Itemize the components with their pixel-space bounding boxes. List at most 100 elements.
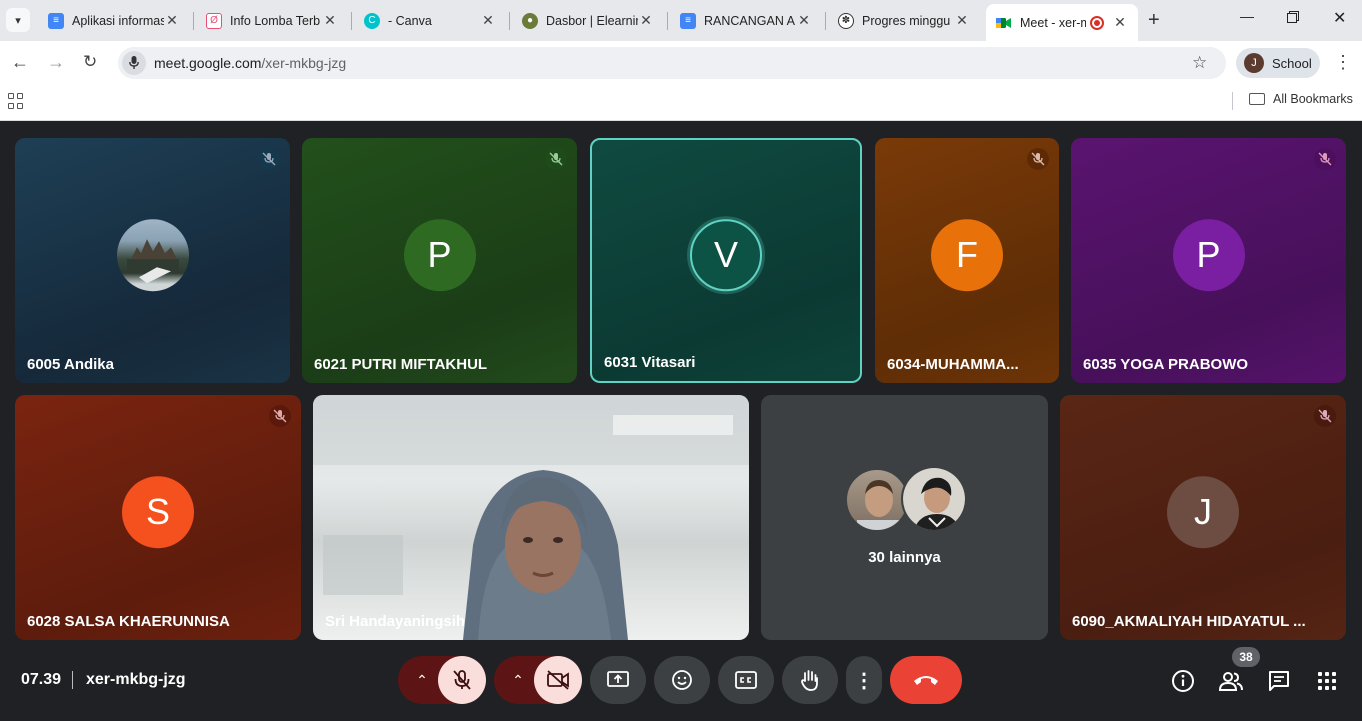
info-icon: [1172, 670, 1194, 692]
close-icon[interactable]: ✕: [164, 12, 180, 29]
captions-icon: [735, 671, 757, 689]
tab-aplikasi[interactable]: ≡ Aplikasi informas ✕: [38, 4, 190, 37]
forward-button[interactable]: →: [47, 52, 65, 73]
avatar: F: [931, 218, 1003, 291]
site-icon: Ø: [206, 12, 222, 29]
new-tab-button[interactable]: +: [1148, 9, 1160, 32]
activities-button[interactable]: [1314, 668, 1340, 694]
participant-name: 6034-MUHAMMA...: [887, 356, 1019, 373]
participant-tile[interactable]: V 6031 Vitasari: [590, 138, 862, 383]
mic-toggle-button[interactable]: [438, 656, 486, 704]
close-icon[interactable]: ✕: [954, 12, 970, 29]
mic-off-icon: [269, 405, 291, 427]
more-options-button[interactable]: ⋮: [846, 656, 882, 704]
video-feed: [313, 395, 749, 640]
close-icon[interactable]: ✕: [1112, 14, 1128, 31]
participant-tile[interactable]: 6005 Andika: [15, 138, 290, 383]
people-icon: [1218, 672, 1243, 691]
raise-hand-button[interactable]: [782, 656, 838, 704]
tab-info-lomba[interactable]: Ø Info Lomba Terb ✕: [196, 4, 348, 37]
meeting-time: 07.39: [21, 671, 62, 688]
leave-call-button[interactable]: [890, 656, 962, 704]
avatar: J: [1167, 475, 1239, 548]
present-icon: [607, 671, 629, 687]
chat-button[interactable]: [1266, 668, 1292, 694]
meeting-details-button[interactable]: [1170, 668, 1196, 694]
captions-button[interactable]: [718, 656, 774, 704]
participant-name: 6090_AKMALIYAH HIDAYATUL ...: [1072, 613, 1306, 630]
canva-icon: C: [364, 12, 380, 29]
apps-icon: [1318, 672, 1336, 690]
tab-dasbor[interactable]: ● Dasbor | Elearnir ✕: [512, 4, 664, 37]
participant-name: 6005 Andika: [27, 356, 114, 373]
google-meet-icon: [996, 14, 1012, 31]
more-participants-tile[interactable]: 30 lainnya: [761, 395, 1048, 640]
close-icon[interactable]: ✕: [638, 12, 654, 29]
emoji-icon: [672, 670, 692, 690]
restore-icon[interactable]: [1287, 10, 1299, 26]
avatar: P: [1172, 218, 1245, 291]
mic-off-icon: [258, 148, 280, 170]
openai-icon: ✽: [838, 12, 854, 29]
participant-tile[interactable]: F 6034-MUHAMMA...: [875, 138, 1059, 383]
participant-video-tile[interactable]: Sri Handayaningsih: [313, 395, 749, 640]
close-icon[interactable]: ✕: [480, 12, 496, 29]
reactions-button[interactable]: [654, 656, 710, 704]
profile-name: School: [1272, 55, 1312, 71]
end-call-icon: [914, 676, 938, 685]
avatar: V: [690, 218, 762, 291]
close-icon[interactable]: ✕: [322, 12, 338, 29]
all-bookmarks-button[interactable]: All Bookmarks: [1249, 92, 1353, 106]
mic-off-icon: [1027, 148, 1049, 170]
present-screen-button[interactable]: [590, 656, 646, 704]
apps-grid-icon[interactable]: [8, 93, 24, 109]
google-docs-icon: ≡: [680, 12, 696, 29]
participant-name: 6035 YOGA PRABOWO: [1083, 356, 1249, 373]
meeting-code: xer-mkbg-jzg: [86, 671, 186, 688]
participant-count-badge: 38: [1232, 647, 1260, 667]
bookmark-star-icon[interactable]: ☆: [1192, 53, 1207, 73]
participant-name: 6021 PUTRI MIFTAKHUL: [314, 356, 488, 373]
mic-off-icon: [1314, 405, 1336, 427]
reload-button[interactable]: ↻: [83, 52, 97, 72]
folder-icon: [1249, 93, 1265, 105]
mic-off-icon: [545, 148, 567, 170]
mic-off-icon: [1314, 148, 1336, 170]
elearning-icon: ●: [522, 12, 538, 29]
tab-progres[interactable]: ✽ Progres minggu ✕: [828, 4, 980, 37]
mic-off-icon: [453, 670, 471, 690]
camera-toggle-button[interactable]: [534, 656, 582, 704]
participant-tile[interactable]: P 6021 PUTRI MIFTAKHUL: [302, 138, 577, 383]
avatar: J: [1244, 53, 1264, 73]
tab-rancangan[interactable]: ≡ RANCANGAN AI ✕: [670, 4, 822, 37]
participant-tile[interactable]: J 6090_AKMALIYAH HIDAYATUL ...: [1060, 395, 1346, 640]
address-bar[interactable]: meet.google.com/xer-mkbg-jzg: [118, 47, 1226, 79]
google-docs-icon: ≡: [48, 12, 64, 29]
minimize-icon[interactable]: —: [1240, 8, 1254, 24]
avatar: [845, 468, 909, 532]
participant-tile[interactable]: S 6028 SALSA KHAERUNNISA: [15, 395, 301, 640]
more-participants-label: 30 lainnya: [868, 549, 941, 566]
back-button[interactable]: ←: [11, 52, 29, 73]
people-button[interactable]: [1218, 668, 1244, 694]
camera-off-icon: [547, 670, 569, 690]
tab-meet[interactable]: Meet - xer-m ✕: [986, 4, 1138, 41]
browser-menu-icon[interactable]: ⋮: [1334, 52, 1352, 73]
tab-canva[interactable]: C - Canva ✕: [354, 4, 506, 37]
avatar: [901, 466, 967, 532]
close-icon[interactable]: ✕: [796, 12, 812, 29]
recording-icon: [1090, 15, 1104, 30]
bookmarks-bar: [0, 85, 1362, 121]
participant-name: Sri Handayaningsih: [325, 613, 466, 630]
participant-name: 6028 SALSA KHAERUNNISA: [27, 613, 230, 630]
more-vert-icon: ⋮: [854, 669, 874, 692]
tab-search-button[interactable]: ▾: [6, 8, 30, 32]
hand-icon: [801, 670, 818, 691]
avatar: S: [122, 475, 194, 548]
participant-name: 6031 Vitasari: [604, 354, 696, 371]
participant-tile[interactable]: P 6035 YOGA PRABOWO: [1071, 138, 1346, 383]
avatar: P: [403, 218, 476, 291]
close-window-icon[interactable]: ✕: [1333, 8, 1346, 28]
profile-button[interactable]: J School: [1236, 48, 1320, 78]
site-info-icon[interactable]: [122, 51, 146, 75]
